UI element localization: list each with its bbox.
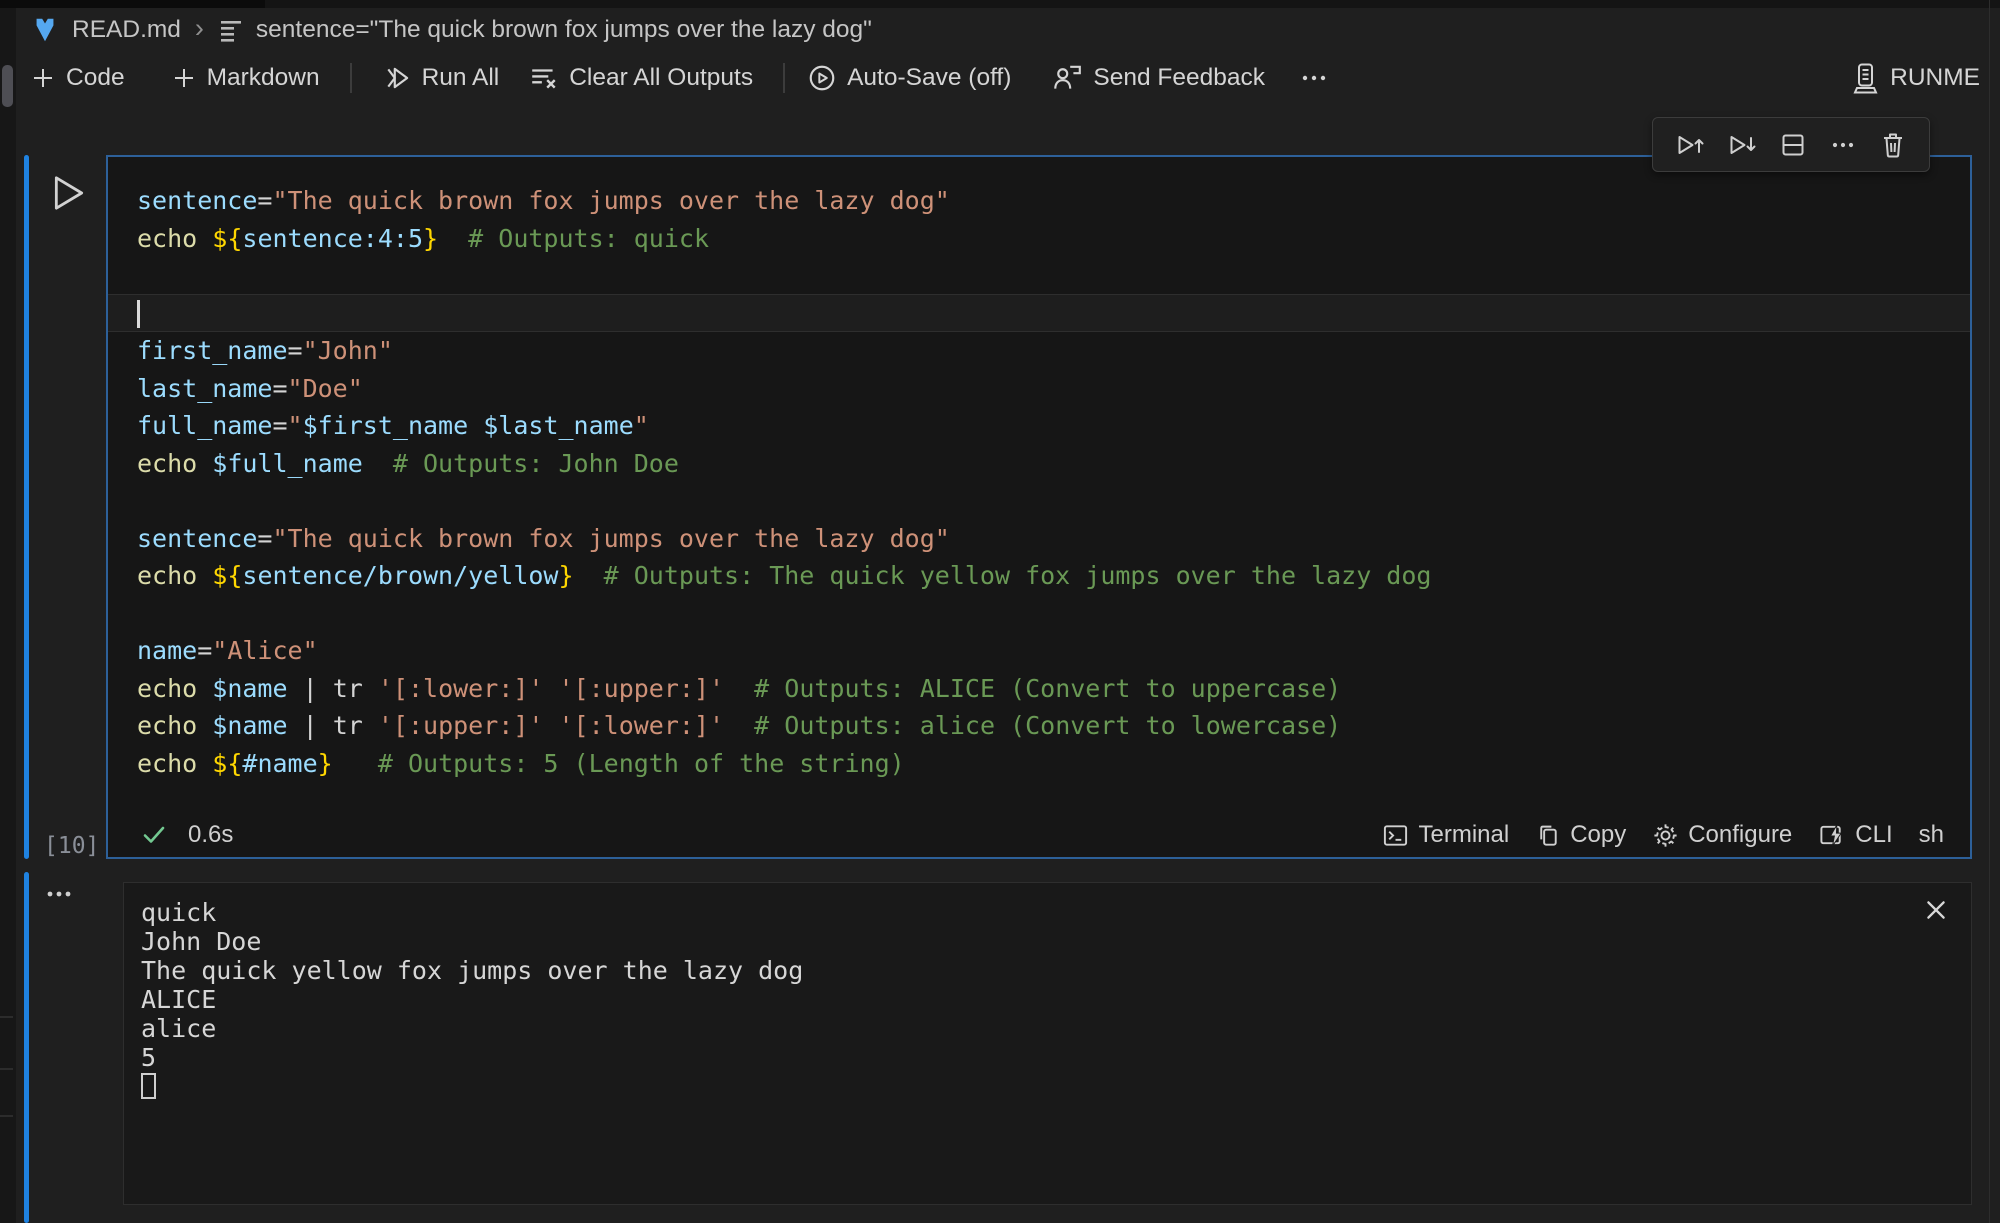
cell-status-bar: 0.6s Terminal Copy Configure CLI sh xyxy=(108,813,1970,857)
symbol-list-icon xyxy=(218,17,244,43)
code-cell: sentence="The quick brown fox jumps over… xyxy=(106,155,1972,859)
split-cell-button[interactable] xyxy=(1779,131,1807,159)
cli-button[interactable]: CLI xyxy=(1818,821,1892,849)
active-tab-edge xyxy=(0,0,265,8)
runme-kernel-indicator[interactable]: RUNME xyxy=(1850,61,1980,95)
code-line[interactable]: sentence="The quick brown fox jumps over… xyxy=(137,520,1962,558)
toolbar-divider xyxy=(350,63,352,93)
copy-icon xyxy=(1535,822,1561,849)
output-line: alice xyxy=(141,1014,1911,1043)
delete-cell-button[interactable] xyxy=(1879,130,1907,160)
code-line[interactable] xyxy=(137,295,1962,333)
focused-cell-output-bar xyxy=(24,872,29,1223)
code-line[interactable]: name="Alice" xyxy=(137,632,1962,670)
rail-marker xyxy=(0,1115,13,1117)
close-output-button[interactable] xyxy=(1923,897,1949,923)
output-line: 5 xyxy=(141,1043,1911,1072)
success-check-icon xyxy=(140,822,168,848)
play-circle-icon xyxy=(807,63,837,93)
execution-count: [10] xyxy=(44,833,99,859)
breadcrumb-separator: › xyxy=(195,13,204,44)
code-line[interactable]: echo ${sentence/brown/yellow} # Outputs:… xyxy=(137,557,1962,595)
execute-above-button[interactable] xyxy=(1675,130,1705,160)
rail-marker xyxy=(0,1068,13,1070)
toolbar-more-actions[interactable] xyxy=(1299,65,1329,91)
clear-outputs-icon xyxy=(529,64,559,92)
feedback-person-icon xyxy=(1051,63,1083,93)
cell-toolbar xyxy=(1652,117,1930,172)
notebook-toolbar: Code Markdown Run All Clear All Outputs … xyxy=(0,52,2000,104)
execute-below-button[interactable] xyxy=(1727,130,1757,160)
toolbar-divider xyxy=(783,63,785,93)
plus-icon xyxy=(30,65,56,91)
code-line[interactable] xyxy=(137,257,1962,295)
code-line[interactable]: echo $full_name # Outputs: John Doe xyxy=(137,445,1962,483)
code-line[interactable]: full_name="$first_name $last_name" xyxy=(137,407,1962,445)
text-cursor xyxy=(137,300,140,328)
add-markdown-cell-button[interactable]: Markdown xyxy=(171,64,320,92)
focused-cell-bar xyxy=(24,155,29,859)
output-text: quickJohn DoeThe quick yellow fox jumps … xyxy=(141,898,1911,1101)
plus-icon xyxy=(171,65,197,91)
left-rail xyxy=(0,8,16,1223)
terminal-button[interactable]: Terminal xyxy=(1382,821,1509,849)
code-line[interactable]: echo ${#name} # Outputs: 5 (Length of th… xyxy=(137,745,1962,783)
code-line[interactable]: first_name="John" xyxy=(137,332,1962,370)
code-line[interactable]: echo $name | tr '[:lower:]' '[:upper:]' … xyxy=(137,670,1962,708)
rail-marker xyxy=(0,1016,13,1018)
code-line[interactable]: echo $name | tr '[:upper:]' '[:lower:]' … xyxy=(137,707,1962,745)
terminal-icon xyxy=(1382,822,1409,849)
code-line[interactable] xyxy=(137,482,1962,520)
code-editor[interactable]: sentence="The quick brown fox jumps over… xyxy=(137,182,1962,782)
output-line: quick xyxy=(141,898,1911,927)
copy-button[interactable]: Copy xyxy=(1535,821,1626,849)
send-feedback-button[interactable]: Send Feedback xyxy=(1051,63,1265,93)
add-code-cell-button[interactable]: Code xyxy=(30,64,125,92)
code-line[interactable]: last_name="Doe" xyxy=(137,370,1962,408)
run-all-icon xyxy=(384,64,412,92)
tab-strip xyxy=(0,0,2000,8)
output-line xyxy=(141,1072,1911,1101)
markdown-file-icon xyxy=(30,14,60,46)
runme-logo-icon xyxy=(1850,61,1880,95)
terminal-block-cursor xyxy=(141,1073,156,1099)
language-picker[interactable]: sh xyxy=(1919,821,1944,849)
run-cell-button[interactable] xyxy=(50,172,88,214)
cell-more-actions-button[interactable] xyxy=(1829,131,1857,159)
code-line[interactable] xyxy=(137,595,1962,633)
code-line[interactable]: echo ${sentence:4:5} # Outputs: quick xyxy=(137,220,1962,258)
breadcrumb-symbol[interactable]: sentence="The quick brown fox jumps over… xyxy=(256,16,872,44)
output-line: The quick yellow fox jumps over the lazy… xyxy=(141,956,1911,985)
output-line: ALICE xyxy=(141,985,1911,1014)
panel-edge xyxy=(1989,0,1990,1223)
breadcrumb: READ.md › sentence="The quick brown fox … xyxy=(30,12,872,48)
cell-duration: 0.6s xyxy=(188,821,233,849)
gear-icon xyxy=(1652,822,1679,849)
code-line[interactable]: sentence="The quick brown fox jumps over… xyxy=(137,182,1962,220)
cell-output-panel: quickJohn DoeThe quick yellow fox jumps … xyxy=(123,882,1972,1205)
output-more-actions[interactable] xyxy=(42,880,76,908)
run-all-button[interactable]: Run All xyxy=(384,64,500,92)
cli-icon xyxy=(1818,822,1846,849)
configure-button[interactable]: Configure xyxy=(1652,821,1792,849)
breadcrumb-file[interactable]: READ.md xyxy=(72,16,181,44)
output-line: John Doe xyxy=(141,927,1911,956)
clear-all-outputs-button[interactable]: Clear All Outputs xyxy=(529,64,753,92)
auto-save-toggle[interactable]: Auto-Save (off) xyxy=(807,63,1011,93)
